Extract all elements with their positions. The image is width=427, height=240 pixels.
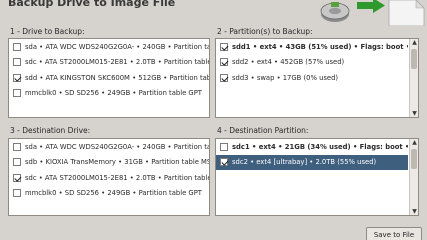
list-item-label: sdb • KIOXIA TransMemory • 31GB • Partit…: [25, 158, 209, 167]
checkbox[interactable]: [220, 158, 228, 167]
list-item-label: sdd • ATA KINGSTON SKC600M • 512GB • Par…: [25, 73, 209, 82]
list-item-label: sda • ATA WDC WDS240G2G0A- • 240GB • Par…: [25, 142, 209, 151]
file-icon: [388, 0, 425, 26]
list-item[interactable]: mmcblk0 • SD SD256 • 249GB • Partition t…: [9, 86, 209, 102]
save-to-file-button[interactable]: Save to File: [366, 227, 422, 240]
scroll-down-icon[interactable]: ▼: [411, 208, 418, 215]
destination-drive-label: 3 - Destination Drive:: [10, 126, 91, 135]
destination-partition-list[interactable]: sdc1 • ext4 • 21GB (34% used) • Flags: b…: [215, 138, 419, 216]
list-item-label: sdc2 • ext4 [ultrabay] • 2.0TB (55% used…: [232, 158, 377, 167]
list-item-label: sdd2 • ext4 • 452GB (57% used): [232, 58, 345, 67]
list-item-label: sdc • ATA ST2000LM015-2E81 • 2.0TB • Par…: [25, 58, 209, 67]
list-item[interactable]: sda • ATA WDC WDS240G2G0A- • 240GB • Par…: [9, 139, 209, 155]
window-title: Backup Drive to Image File: [8, 0, 176, 9]
list-item-label: mmcblk0 • SD SD256 • 249GB • Partition t…: [25, 189, 202, 198]
checkbox[interactable]: [220, 42, 228, 51]
list-item[interactable]: sda • ATA WDC WDS240G2G0A- • 240GB • Par…: [9, 39, 209, 55]
backup-window: Backup Drive to Image File 1 - Drive to …: [0, 0, 427, 240]
checkbox[interactable]: [13, 73, 21, 82]
list-item[interactable]: sdc2 • ext4 [ultrabay] • 2.0TB (55% used…: [216, 154, 408, 170]
list-item-label: sdc • ATA ST2000LM015-2E81 • 2.0TB • Par…: [25, 173, 209, 182]
list-item-label: sdc1 • ext4 • 21GB (34% used) • Flags: b…: [232, 142, 408, 151]
checkbox[interactable]: [13, 89, 21, 98]
scrollbar-thumb[interactable]: [411, 149, 417, 169]
list-item[interactable]: sdd1 • ext4 • 43GB (51% used) • Flags: b…: [216, 39, 408, 55]
checkbox[interactable]: [13, 142, 21, 151]
list-item-label: sdd3 • swap • 17GB (0% used): [232, 73, 339, 82]
checkbox[interactable]: [220, 58, 228, 67]
right-arrow-icon: [357, 0, 385, 13]
list-item[interactable]: sdc1 • ext4 • 21GB (34% used) • Flags: b…: [216, 139, 408, 155]
vertical-scrollbar[interactable]: ▲ ▼: [409, 139, 418, 215]
checkbox[interactable]: [13, 58, 21, 67]
list-item-label: mmcblk0 • SD SD256 • 249GB • Partition t…: [25, 89, 202, 98]
list-item-label: sda • ATA WDC WDS240G2G0A- • 240GB • Par…: [25, 42, 209, 51]
list-item[interactable]: sdb • KIOXIA TransMemory • 31GB • Partit…: [9, 155, 209, 171]
checkbox[interactable]: [13, 42, 21, 51]
partitions-to-backup-label: 2 - Partition(s) to Backup:: [217, 27, 313, 36]
list-item[interactable]: mmcblk0 • SD SD256 • 249GB • Partition t…: [9, 186, 209, 202]
list-item[interactable]: sdd2 • ext4 • 452GB (57% used): [216, 55, 408, 71]
checkbox[interactable]: [220, 142, 228, 151]
list-item-label: sdd1 • ext4 • 43GB (51% used) • Flags: b…: [232, 42, 408, 51]
list-item[interactable]: sdd • ATA KINGSTON SKC600M • 512GB • Par…: [9, 70, 209, 86]
checkbox[interactable]: [13, 173, 21, 182]
checkbox[interactable]: [13, 189, 21, 198]
list-item[interactable]: sdd3 • swap • 17GB (0% used): [216, 70, 408, 86]
destination-partition-label: 4 - Destination Partition:: [217, 126, 309, 135]
list-item[interactable]: sdc • ATA ST2000LM015-2E81 • 2.0TB • Par…: [9, 170, 209, 186]
destination-drive-list[interactable]: sda • ATA WDC WDS240G2G0A- • 240GB • Par…: [8, 138, 210, 216]
scroll-up-icon[interactable]: ▲: [411, 139, 418, 146]
hard-disk-icon: [320, 2, 350, 22]
partitions-to-backup-list[interactable]: sdd1 • ext4 • 43GB (51% used) • Flags: b…: [215, 38, 419, 118]
drive-to-backup-label: 1 - Drive to Backup:: [10, 27, 85, 36]
list-item[interactable]: sdc • ATA ST2000LM015-2E81 • 2.0TB • Par…: [9, 55, 209, 71]
scroll-up-icon[interactable]: ▲: [411, 39, 418, 46]
scroll-down-icon[interactable]: ▼: [411, 110, 418, 117]
scrollbar-thumb[interactable]: [411, 49, 417, 69]
checkbox[interactable]: [13, 158, 21, 167]
checkbox[interactable]: [220, 73, 228, 82]
drive-to-backup-list[interactable]: sda • ATA WDC WDS240G2G0A- • 240GB • Par…: [8, 38, 210, 118]
vertical-scrollbar[interactable]: ▲ ▼: [409, 39, 418, 117]
